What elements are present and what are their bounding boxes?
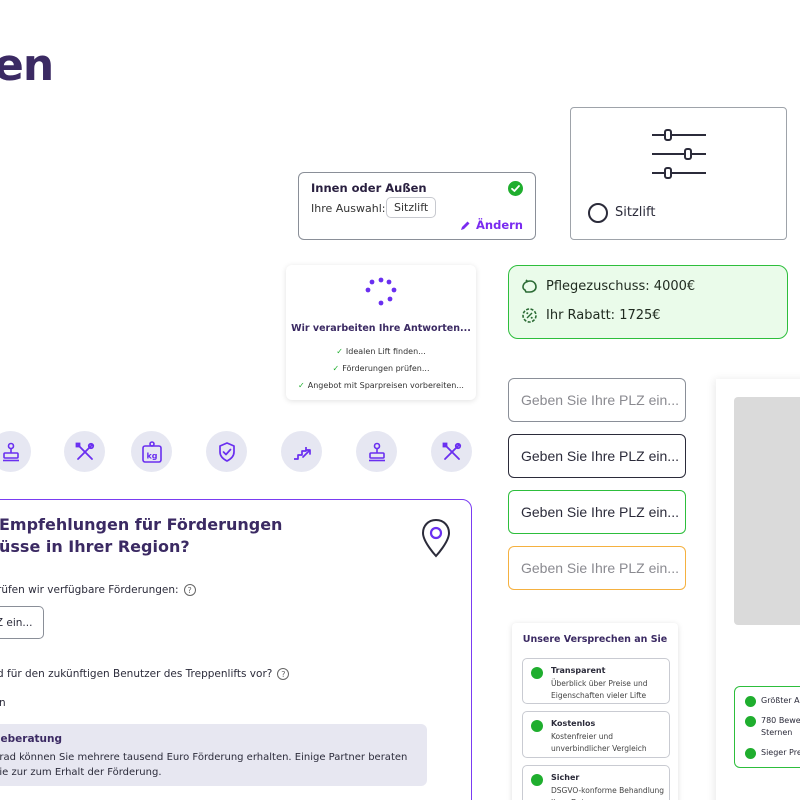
form-heading: Empfehlungen für Förderungen üsse in Ihr… — [0, 515, 283, 556]
promise-item: Sicher DSGVO-konforme Behandlung Ihrer D… — [522, 765, 670, 800]
check-circle-icon — [531, 720, 543, 732]
discount-row: Ihr Rabatt: 1725€ — [521, 307, 661, 324]
image-placeholder — [734, 397, 800, 625]
info-box: geberatung grad können Sie mehrere tause… — [0, 724, 427, 786]
selection-chip: Sitzlift — [386, 197, 437, 218]
info-body: grad können Sie mehrere tausend Euro För… — [0, 752, 408, 778]
stairs-icon — [281, 431, 322, 472]
promise-item: Transparent Überblick über Preise und Ei… — [522, 658, 670, 704]
help-icon[interactable]: ? — [277, 668, 290, 680]
edit-label: Ändern — [476, 218, 523, 232]
discount-badge-icon — [522, 308, 537, 323]
edit-button[interactable]: Ändern — [460, 218, 523, 232]
check-circle-icon — [745, 696, 756, 707]
promises-title: Unsere Versprechen an Sie — [522, 634, 668, 645]
check-icon: ✓ — [336, 347, 343, 356]
trust-badge: Sieger Pre — [745, 747, 800, 759]
help-icon[interactable]: ? — [183, 584, 196, 596]
processing-step: ✓ Förderungen prüfen... — [332, 364, 430, 373]
sliders-icon — [652, 129, 706, 179]
question-1: rüfen wir verfügbare Förderungen: ? — [0, 584, 196, 596]
weight-kg-icon: kg — [131, 431, 172, 472]
sitzlift-option-card[interactable]: Sitzlift — [570, 107, 787, 240]
check-circle-icon — [745, 716, 756, 727]
check-icon: ✓ — [332, 364, 340, 373]
promises-card: Unsere Versprechen an Sie Transparent Üb… — [512, 623, 678, 800]
plz-input-valid[interactable]: Geben Sie Ihre PLZ ein... — [508, 490, 686, 534]
piggy-bank-icon — [522, 279, 537, 293]
subsidy-text: Pflegezuschuss: 4000€ — [546, 279, 696, 294]
check-circle-icon — [531, 667, 543, 679]
plz-input-default[interactable]: Geben Sie Ihre PLZ ein... — [508, 378, 686, 422]
check-circle-icon — [531, 774, 543, 786]
processing-card: Wir verarbeiten Ihre Antworten... ✓ Ideal… — [286, 265, 476, 400]
choice-summary-card: Innen oder Außen Ihre Auswahl: Sitzlift … — [298, 172, 536, 240]
trust-badge: 780 Bewer Sternen — [745, 715, 800, 739]
selection-label: Ihre Auswahl: — [311, 202, 386, 215]
shield-check-icon — [206, 431, 247, 472]
brand-logo-text: en — [0, 40, 54, 91]
stamp-icon — [0, 431, 31, 472]
processing-step: ✓ Angebot mit Sparpreisen vorbereiten... — [298, 381, 464, 390]
location-pin-icon — [421, 518, 451, 558]
promise-item: Kostenlos Kostenfreier und unverbindlich… — [522, 711, 670, 758]
answer-text[interactable]: n — [0, 697, 6, 709]
check-circle-icon — [508, 181, 523, 196]
trust-badge: Größter A — [745, 695, 800, 707]
check-circle-icon — [745, 748, 756, 759]
svg-text:kg: kg — [146, 451, 157, 460]
plz-input-warning[interactable]: Geben Sie Ihre PLZ ein... — [508, 546, 686, 590]
check-icon: ✓ — [298, 381, 305, 390]
processing-title: Wir verarbeiten Ihre Antworten... — [291, 323, 471, 334]
tools-icon — [431, 431, 472, 472]
tools-icon — [64, 431, 105, 472]
choice-card-title: Innen oder Außen — [311, 181, 427, 195]
subsidy-form-panel: Empfehlungen für Förderungen üsse in Ihr… — [0, 499, 472, 800]
loading-spinner-icon — [365, 277, 397, 306]
trust-badges: Größter A 780 Bewer Sternen Sieger Pre — [734, 686, 800, 768]
option-label: Sitzlift — [615, 205, 656, 220]
savings-card: Pflegezuschuss: 4000€ Ihr Rabatt: 1725€ — [508, 265, 788, 339]
pencil-icon — [461, 221, 470, 230]
info-title: geberatung — [0, 733, 63, 745]
stamp-icon — [356, 431, 397, 472]
subsidy-row: Pflegezuschuss: 4000€ — [521, 279, 695, 294]
plz-input[interactable]: LZ ein... — [0, 606, 44, 639]
discount-text: Ihr Rabatt: 1725€ — [546, 308, 661, 323]
question-2: d für den zukünftigen Benutzer des Trepp… — [0, 668, 290, 680]
processing-step: ✓ Idealen Lift finden... — [336, 347, 426, 356]
radio-button[interactable] — [588, 203, 608, 223]
plz-input-active[interactable]: Geben Sie Ihre PLZ ein... — [508, 434, 686, 478]
